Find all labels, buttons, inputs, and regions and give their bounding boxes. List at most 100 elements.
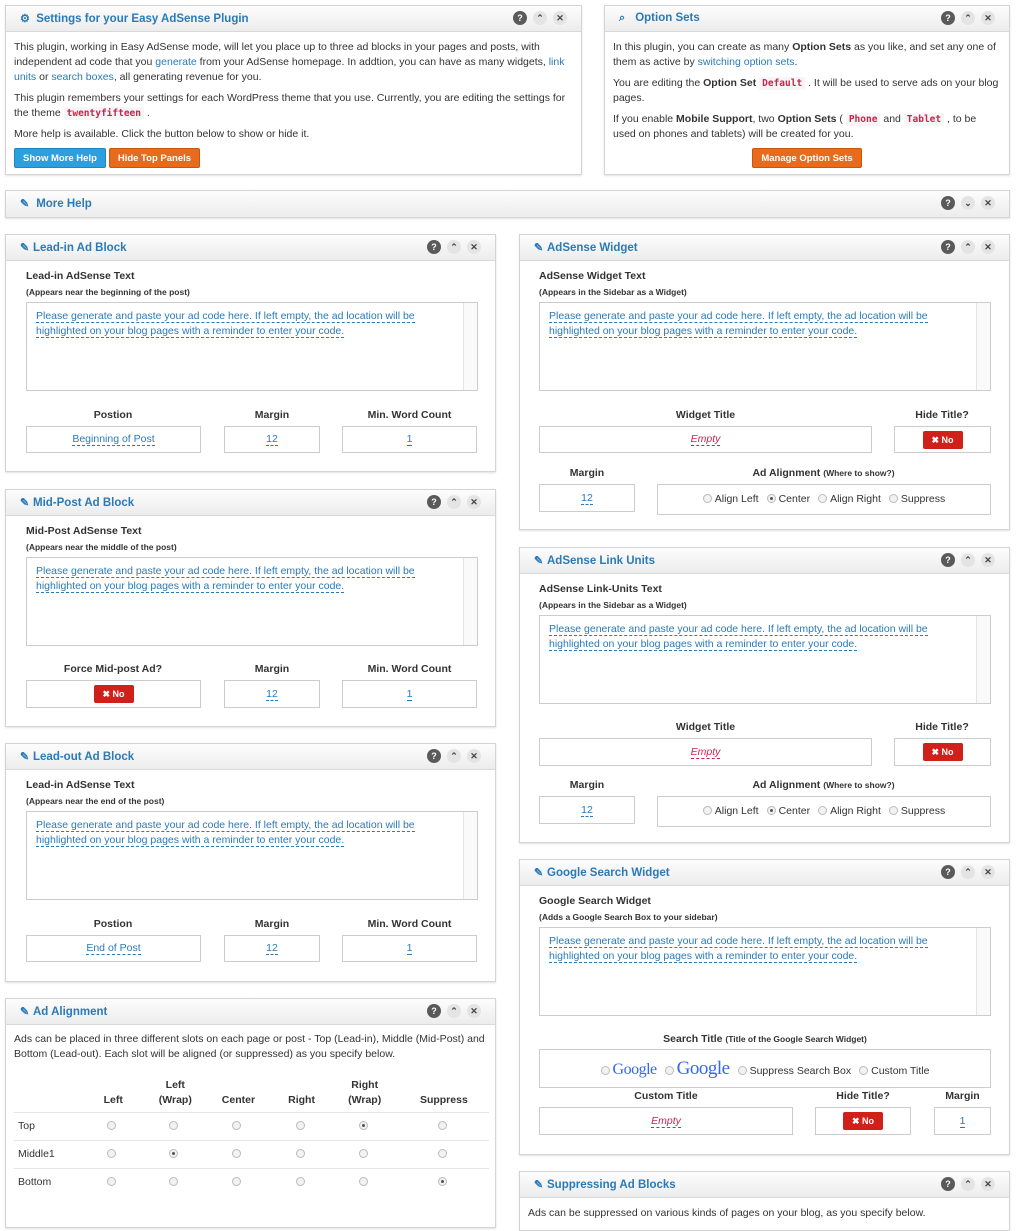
help-icon[interactable]: ? xyxy=(941,865,955,879)
leadout-code-textarea[interactable]: Please generate and paste your ad code h… xyxy=(26,811,478,900)
more-help-header[interactable]: ✎ More Help ? ⌄ ✕ xyxy=(6,191,1009,217)
collapse-icon[interactable]: ⌃ xyxy=(961,865,975,879)
help-icon[interactable]: ? xyxy=(427,495,441,509)
search-title-custom[interactable]: Custom Title xyxy=(859,1053,929,1090)
collapse-icon[interactable]: ⌃ xyxy=(447,1004,461,1018)
collapse-icon[interactable]: ⌃ xyxy=(961,11,975,25)
search-boxes-link[interactable]: search boxes xyxy=(51,71,113,83)
close-icon[interactable]: ✕ xyxy=(981,1177,995,1191)
scrollbar[interactable] xyxy=(463,303,477,390)
link-units-align-center[interactable]: Center xyxy=(766,797,810,826)
search-title-suppress[interactable]: Suppress Search Box xyxy=(737,1053,851,1090)
help-icon[interactable]: ? xyxy=(941,240,955,254)
collapse-icon[interactable]: ⌃ xyxy=(447,495,461,509)
alignment-radio[interactable] xyxy=(169,1149,179,1158)
link-units-hide-title-toggle[interactable]: ✖ No xyxy=(922,743,963,761)
search-margin-field[interactable]: 1 xyxy=(934,1107,991,1135)
manage-option-sets-button[interactable]: Manage Option Sets xyxy=(752,148,862,168)
link-units-align-left[interactable]: Align Left xyxy=(702,797,759,826)
generate-link[interactable]: generate xyxy=(155,56,196,68)
widget-title-field[interactable]: Empty xyxy=(539,426,872,453)
midpost-minwords-field[interactable]: 1 xyxy=(342,680,477,708)
scrollbar[interactable] xyxy=(976,616,990,703)
alignment-radio[interactable] xyxy=(437,1149,447,1158)
alignment-radio[interactable] xyxy=(107,1121,117,1130)
alignment-radio[interactable] xyxy=(437,1177,447,1187)
leadin-margin-field[interactable]: 12 xyxy=(224,426,320,453)
leadin-position-field[interactable]: Beginning of Post xyxy=(26,426,201,453)
close-icon[interactable]: ✕ xyxy=(981,240,995,254)
search-title-google-logo-1[interactable]: Google xyxy=(600,1051,657,1090)
help-icon[interactable]: ? xyxy=(427,1004,441,1018)
leadout-minwords-field[interactable]: 1 xyxy=(342,935,477,962)
scrollbar[interactable] xyxy=(976,928,990,1015)
alignment-radio[interactable] xyxy=(169,1121,179,1130)
widget-hide-title-toggle[interactable]: ✖ No xyxy=(922,431,963,449)
widget-align-center[interactable]: Center xyxy=(766,485,810,514)
switching-option-sets-link[interactable]: switching option sets xyxy=(698,56,795,68)
leadout-margin-field[interactable]: 12 xyxy=(224,935,320,962)
alignment-radio[interactable] xyxy=(107,1149,117,1158)
help-icon[interactable]: ? xyxy=(941,1177,955,1191)
leadout-position-field[interactable]: End of Post xyxy=(26,935,201,962)
alignment-radio[interactable] xyxy=(232,1121,242,1130)
close-icon[interactable]: ✕ xyxy=(467,1004,481,1018)
link-units-margin-field[interactable]: 12 xyxy=(539,796,635,824)
close-icon[interactable]: ✕ xyxy=(981,865,995,879)
link-units-title-field[interactable]: Empty xyxy=(539,738,872,766)
alignment-radio[interactable] xyxy=(437,1121,447,1130)
link-units-align-suppress[interactable]: Suppress xyxy=(888,797,945,826)
alignment-radio[interactable] xyxy=(358,1121,368,1130)
alignment-radio[interactable] xyxy=(358,1177,368,1187)
alignment-radio[interactable] xyxy=(295,1121,305,1130)
alignment-radio[interactable] xyxy=(358,1149,368,1158)
search-hide-title-toggle[interactable]: ✖ No xyxy=(843,1112,883,1130)
collapse-icon[interactable]: ⌃ xyxy=(447,749,461,763)
midpost-code-textarea[interactable]: Please generate and paste your ad code h… xyxy=(26,557,478,646)
alignment-radio[interactable] xyxy=(295,1149,305,1158)
help-icon[interactable]: ? xyxy=(941,553,955,567)
collapse-icon[interactable]: ⌃ xyxy=(961,240,975,254)
widget-code-textarea[interactable]: Please generate and paste your ad code h… xyxy=(539,302,991,391)
leadin-code-textarea[interactable]: Please generate and paste your ad code h… xyxy=(26,302,478,391)
help-icon[interactable]: ? xyxy=(941,11,955,25)
widget-align-left[interactable]: Align Left xyxy=(702,485,759,514)
collapse-icon[interactable]: ⌃ xyxy=(961,1177,975,1191)
alignment-radio[interactable] xyxy=(232,1149,242,1158)
widget-align-right[interactable]: Align Right xyxy=(818,485,881,514)
scrollbar[interactable] xyxy=(976,303,990,390)
close-icon[interactable]: ✕ xyxy=(553,11,567,25)
link-units-align-right[interactable]: Align Right xyxy=(818,797,881,826)
close-icon[interactable]: ✕ xyxy=(981,196,995,210)
alignment-radio[interactable] xyxy=(232,1177,242,1187)
close-icon[interactable]: ✕ xyxy=(467,749,481,763)
scrollbar[interactable] xyxy=(463,812,477,899)
help-icon[interactable]: ? xyxy=(941,196,955,210)
expand-icon[interactable]: ⌄ xyxy=(961,196,975,210)
show-more-help-button[interactable]: Show More Help xyxy=(14,148,106,168)
close-icon[interactable]: ✕ xyxy=(981,553,995,567)
custom-title-field[interactable]: Empty xyxy=(539,1107,793,1135)
google-search-code-textarea[interactable]: Please generate and paste your ad code h… xyxy=(539,927,991,1016)
widget-margin-field[interactable]: 12 xyxy=(539,484,635,512)
scrollbar[interactable] xyxy=(463,558,477,645)
collapse-icon[interactable]: ⌃ xyxy=(447,240,461,254)
hide-top-panels-button[interactable]: Hide Top Panels xyxy=(108,148,201,168)
midpost-force-toggle[interactable]: ✖ No xyxy=(93,685,134,703)
alignment-radio[interactable] xyxy=(295,1177,305,1187)
collapse-icon[interactable]: ⌃ xyxy=(961,553,975,567)
close-icon[interactable]: ✕ xyxy=(981,11,995,25)
collapse-icon[interactable]: ⌃ xyxy=(533,11,547,25)
close-icon[interactable]: ✕ xyxy=(467,495,481,509)
help-icon[interactable]: ? xyxy=(427,240,441,254)
leadin-minwords-field[interactable]: 1 xyxy=(342,426,477,453)
alignment-radio[interactable] xyxy=(107,1177,117,1187)
midpost-margin-field[interactable]: 12 xyxy=(224,680,320,708)
help-icon[interactable]: ? xyxy=(513,11,527,25)
close-icon[interactable]: ✕ xyxy=(467,240,481,254)
widget-align-suppress[interactable]: Suppress xyxy=(888,485,945,514)
search-title-google-logo-2[interactable]: Google xyxy=(664,1050,730,1090)
alignment-radio[interactable] xyxy=(169,1177,179,1187)
link-units-code-textarea[interactable]: Please generate and paste your ad code h… xyxy=(539,615,991,704)
help-icon[interactable]: ? xyxy=(427,749,441,763)
